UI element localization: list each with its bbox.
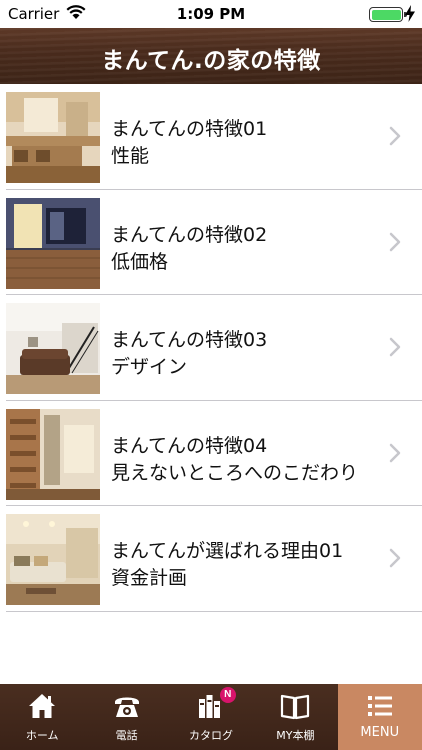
item-subtitle: デザイン xyxy=(111,356,188,378)
list-item[interactable]: まんてんの特徴03 デザイン xyxy=(0,295,422,401)
book-icon xyxy=(281,694,310,720)
divider xyxy=(6,610,422,612)
tab-label: MENU xyxy=(360,725,400,740)
item-title: まんてんが選ばれる理由01 xyxy=(111,540,344,562)
feature-list: まんてんの特徴01 性能 まんてんの特徴02 低価格 まんてんの特徴03 デザイ… xyxy=(0,84,422,612)
tab-label: カタログ xyxy=(188,729,233,742)
tab-bar: ホーム 電話 N カタログ MY本棚 MENU xyxy=(0,684,422,750)
item-title: まんてんの特徴01 xyxy=(111,118,268,140)
nav-header: まんてん.の家の特徴 xyxy=(0,28,422,84)
item-subtitle: 性能 xyxy=(111,145,150,167)
tab-my-bookshelf[interactable]: MY本棚 xyxy=(253,684,337,750)
item-title: まんてんの特徴03 xyxy=(111,329,268,351)
battery-icon xyxy=(369,7,407,22)
page-title: まんてん.の家の特徴 xyxy=(101,48,321,74)
item-subtitle: 見えないところへのこだわり xyxy=(111,461,359,484)
sofa-room-photo-thumbnail xyxy=(6,514,100,605)
tab-phone[interactable]: 電話 xyxy=(84,684,168,750)
status-bar: Carrier 1:09 PM xyxy=(0,0,422,28)
tab-catalog[interactable]: N カタログ xyxy=(169,684,253,750)
staircase-photo-thumbnail xyxy=(6,408,100,500)
item-subtitle: 低価格 xyxy=(111,250,169,273)
list-item[interactable]: まんてんの特徴04 見えないところへのこだわり xyxy=(0,401,422,506)
menu-icon xyxy=(367,696,392,716)
deck-photo-thumbnail xyxy=(6,197,100,289)
chevron-right-icon xyxy=(389,337,401,357)
clock: 1:09 PM xyxy=(176,5,246,23)
tab-label: ホーム xyxy=(25,729,59,742)
item-subtitle: 資金計画 xyxy=(111,567,188,589)
chevron-right-icon xyxy=(389,126,401,146)
item-title: まんてんの特徴02 xyxy=(111,223,268,246)
chevron-right-icon xyxy=(389,232,401,251)
list-item[interactable]: まんてんの特徴02 低価格 xyxy=(0,190,422,295)
home-icon xyxy=(29,694,56,718)
tab-menu[interactable]: MENU xyxy=(337,684,422,750)
item-title: まんてんの特徴04 xyxy=(111,434,268,457)
phone-icon xyxy=(114,697,139,717)
chevron-right-icon xyxy=(389,443,401,462)
new-badge: N xyxy=(219,687,236,703)
charging-icon xyxy=(405,5,415,22)
tab-label: MY本棚 xyxy=(276,729,315,742)
kitchen-photo-thumbnail xyxy=(6,92,100,183)
tab-home[interactable]: ホーム xyxy=(0,684,84,750)
list-item[interactable]: まんてんが選ばれる理由01 資金計画 xyxy=(0,506,422,612)
list-item[interactable]: まんてんの特徴01 性能 xyxy=(0,84,422,190)
chevron-right-icon xyxy=(389,548,401,568)
tab-label: 電話 xyxy=(115,729,138,742)
living-room-photo-thumbnail xyxy=(6,303,100,394)
